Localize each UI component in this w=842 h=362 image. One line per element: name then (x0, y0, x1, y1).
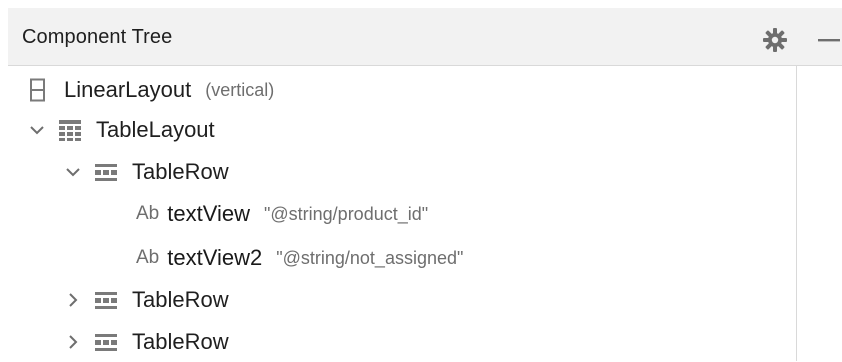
panel-title: Component Tree (22, 26, 173, 48)
node-detail: "@string/not_assigned" (276, 247, 464, 268)
node-label: textView2 (167, 245, 263, 270)
node-detail: (vertical) (205, 79, 275, 100)
chevron-right-icon[interactable] (64, 333, 82, 351)
tree-node-tablerow[interactable]: TableRow (64, 280, 229, 320)
tree-node-textview2[interactable]: Ab textView2 "@string/not_assigned" (136, 238, 463, 278)
tree-node-tablerow[interactable]: TableRow (64, 152, 229, 192)
minimize-icon[interactable] (816, 27, 842, 53)
table-row-icon (94, 288, 118, 312)
table-row-icon (94, 330, 118, 354)
panel-header: Component Tree (8, 8, 842, 66)
table-layout-icon (58, 118, 82, 142)
component-tree-panel: Component Tree LinearLayout (vertical) T… (0, 0, 842, 361)
node-label: TableRow (132, 287, 229, 312)
node-label: TableLayout (96, 117, 215, 142)
tree-node-tablerow[interactable]: TableRow (64, 322, 229, 362)
text-view-icon: Ab (136, 247, 160, 268)
tree-node-tablelayout[interactable]: TableLayout (28, 110, 215, 150)
tree-node-textview[interactable]: Ab textView "@string/product_id" (136, 194, 428, 234)
node-label: TableRow (132, 159, 229, 184)
node-label: textView (167, 201, 250, 226)
chevron-down-icon[interactable] (28, 121, 46, 139)
text-view-icon: Ab (136, 203, 160, 224)
tree-node-linearlayout[interactable]: LinearLayout (vertical) (26, 70, 274, 110)
linear-layout-icon (26, 78, 50, 102)
gear-icon[interactable] (762, 27, 788, 53)
chevron-right-icon[interactable] (64, 291, 82, 309)
component-tree: LinearLayout (vertical) TableLayout Tabl… (8, 66, 797, 361)
chevron-down-icon[interactable] (64, 163, 82, 181)
node-label: LinearLayout (64, 77, 192, 102)
node-label: TableRow (132, 329, 229, 354)
node-detail: "@string/product_id" (264, 203, 429, 224)
table-row-icon (94, 160, 118, 184)
